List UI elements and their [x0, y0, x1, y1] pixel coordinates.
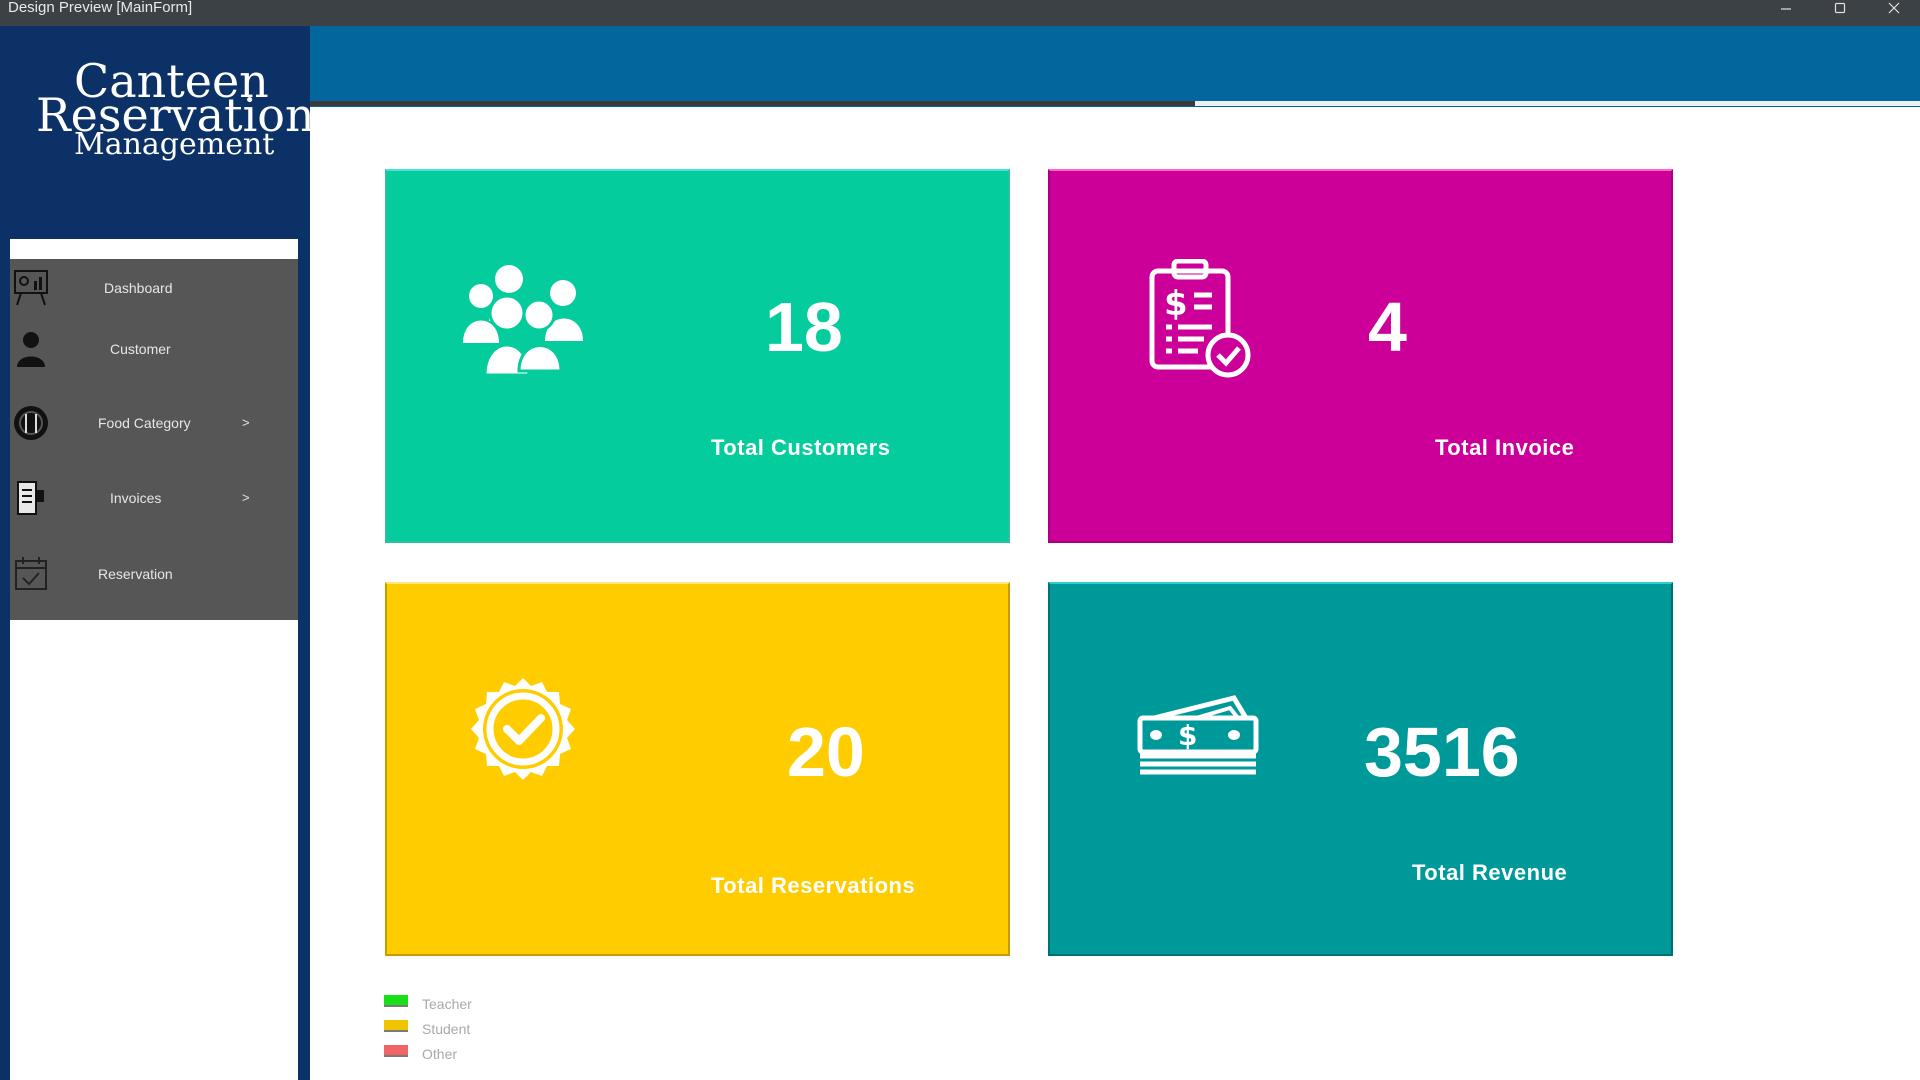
- minimize-icon: [1781, 8, 1791, 10]
- maximize-icon: [1834, 2, 1846, 14]
- card-total-invoice[interactable]: $ 4 Total Invoice: [1048, 169, 1673, 543]
- total-revenue-value: 3516: [1364, 713, 1520, 791]
- calendar-check-icon: [15, 557, 47, 590]
- close-button[interactable]: [1874, 0, 1914, 16]
- close-icon: [1888, 2, 1900, 14]
- presentation-board-icon: [14, 270, 48, 306]
- svg-text:$: $: [1164, 284, 1188, 324]
- card-total-reservations[interactable]: 20 Total Reservations: [385, 582, 1010, 956]
- total-invoice-value: 4: [1368, 288, 1407, 366]
- legend-swatch-teacher: [384, 995, 408, 1007]
- svg-text:$: $: [1178, 719, 1197, 752]
- invoice-clipboard-icon: $: [1149, 259, 1251, 378]
- nav-item-invoices[interactable]: Invoices >: [10, 470, 298, 530]
- person-icon: [17, 332, 45, 367]
- nav-label-reservation: Reservation: [98, 566, 173, 582]
- total-revenue-label: Total Revenue: [1412, 860, 1568, 885]
- nav-item-dashboard[interactable]: Dashboard: [10, 259, 298, 319]
- nav-item-food-category[interactable]: Food Category >: [10, 395, 298, 455]
- legend-label-student: Student: [422, 1021, 471, 1037]
- card-total-customers[interactable]: 18 Total Customers: [385, 169, 1010, 543]
- minimize-button[interactable]: [1766, 0, 1806, 16]
- legend-swatch-student: [384, 1020, 408, 1032]
- nav-panel: Dashboard Customer Food Category > Invoi…: [10, 239, 298, 1080]
- receipt-icon: [17, 481, 44, 515]
- nav-label-food-category: Food Category: [98, 415, 191, 431]
- header-progress-filled: [310, 101, 1195, 106]
- users-icon: [463, 265, 583, 377]
- nav-menu: Dashboard Customer Food Category > Invoi…: [10, 259, 298, 620]
- header-progress-track: [1195, 101, 1920, 106]
- nav-item-customer[interactable]: Customer: [10, 321, 298, 381]
- legend-label-teacher: Teacher: [422, 996, 472, 1012]
- maximize-button[interactable]: [1820, 0, 1860, 16]
- header-bar: [310, 26, 1920, 107]
- money-stack-icon: $: [1137, 695, 1259, 775]
- total-invoice-label: Total Invoice: [1435, 435, 1575, 460]
- nav-label-customer: Customer: [110, 341, 171, 357]
- total-customers-label: Total Customers: [711, 435, 891, 460]
- nav-arrow-invoices: >: [242, 490, 250, 505]
- nav-arrow-food-category: >: [242, 415, 250, 430]
- total-customers-value: 18: [765, 288, 843, 366]
- legend-swatch-other: [384, 1045, 408, 1057]
- total-reservations-value: 20: [787, 713, 865, 791]
- logo-line-3: Management: [74, 127, 275, 162]
- nav-label-dashboard: Dashboard: [104, 280, 173, 296]
- legend-label-other: Other: [422, 1046, 458, 1062]
- nav-item-reservation[interactable]: Reservation: [10, 545, 298, 605]
- nav-label-invoices: Invoices: [110, 490, 162, 506]
- card-total-revenue[interactable]: $ 3516 Total Revenue: [1048, 582, 1673, 956]
- plate-cutlery-icon: [14, 406, 48, 440]
- total-reservations-label: Total Reservations: [711, 873, 916, 898]
- check-badge-icon: [471, 678, 575, 780]
- window-title: Design Preview [MainForm]: [8, 0, 193, 16]
- window-titlebar: Design Preview [MainForm]: [0, 0, 1920, 26]
